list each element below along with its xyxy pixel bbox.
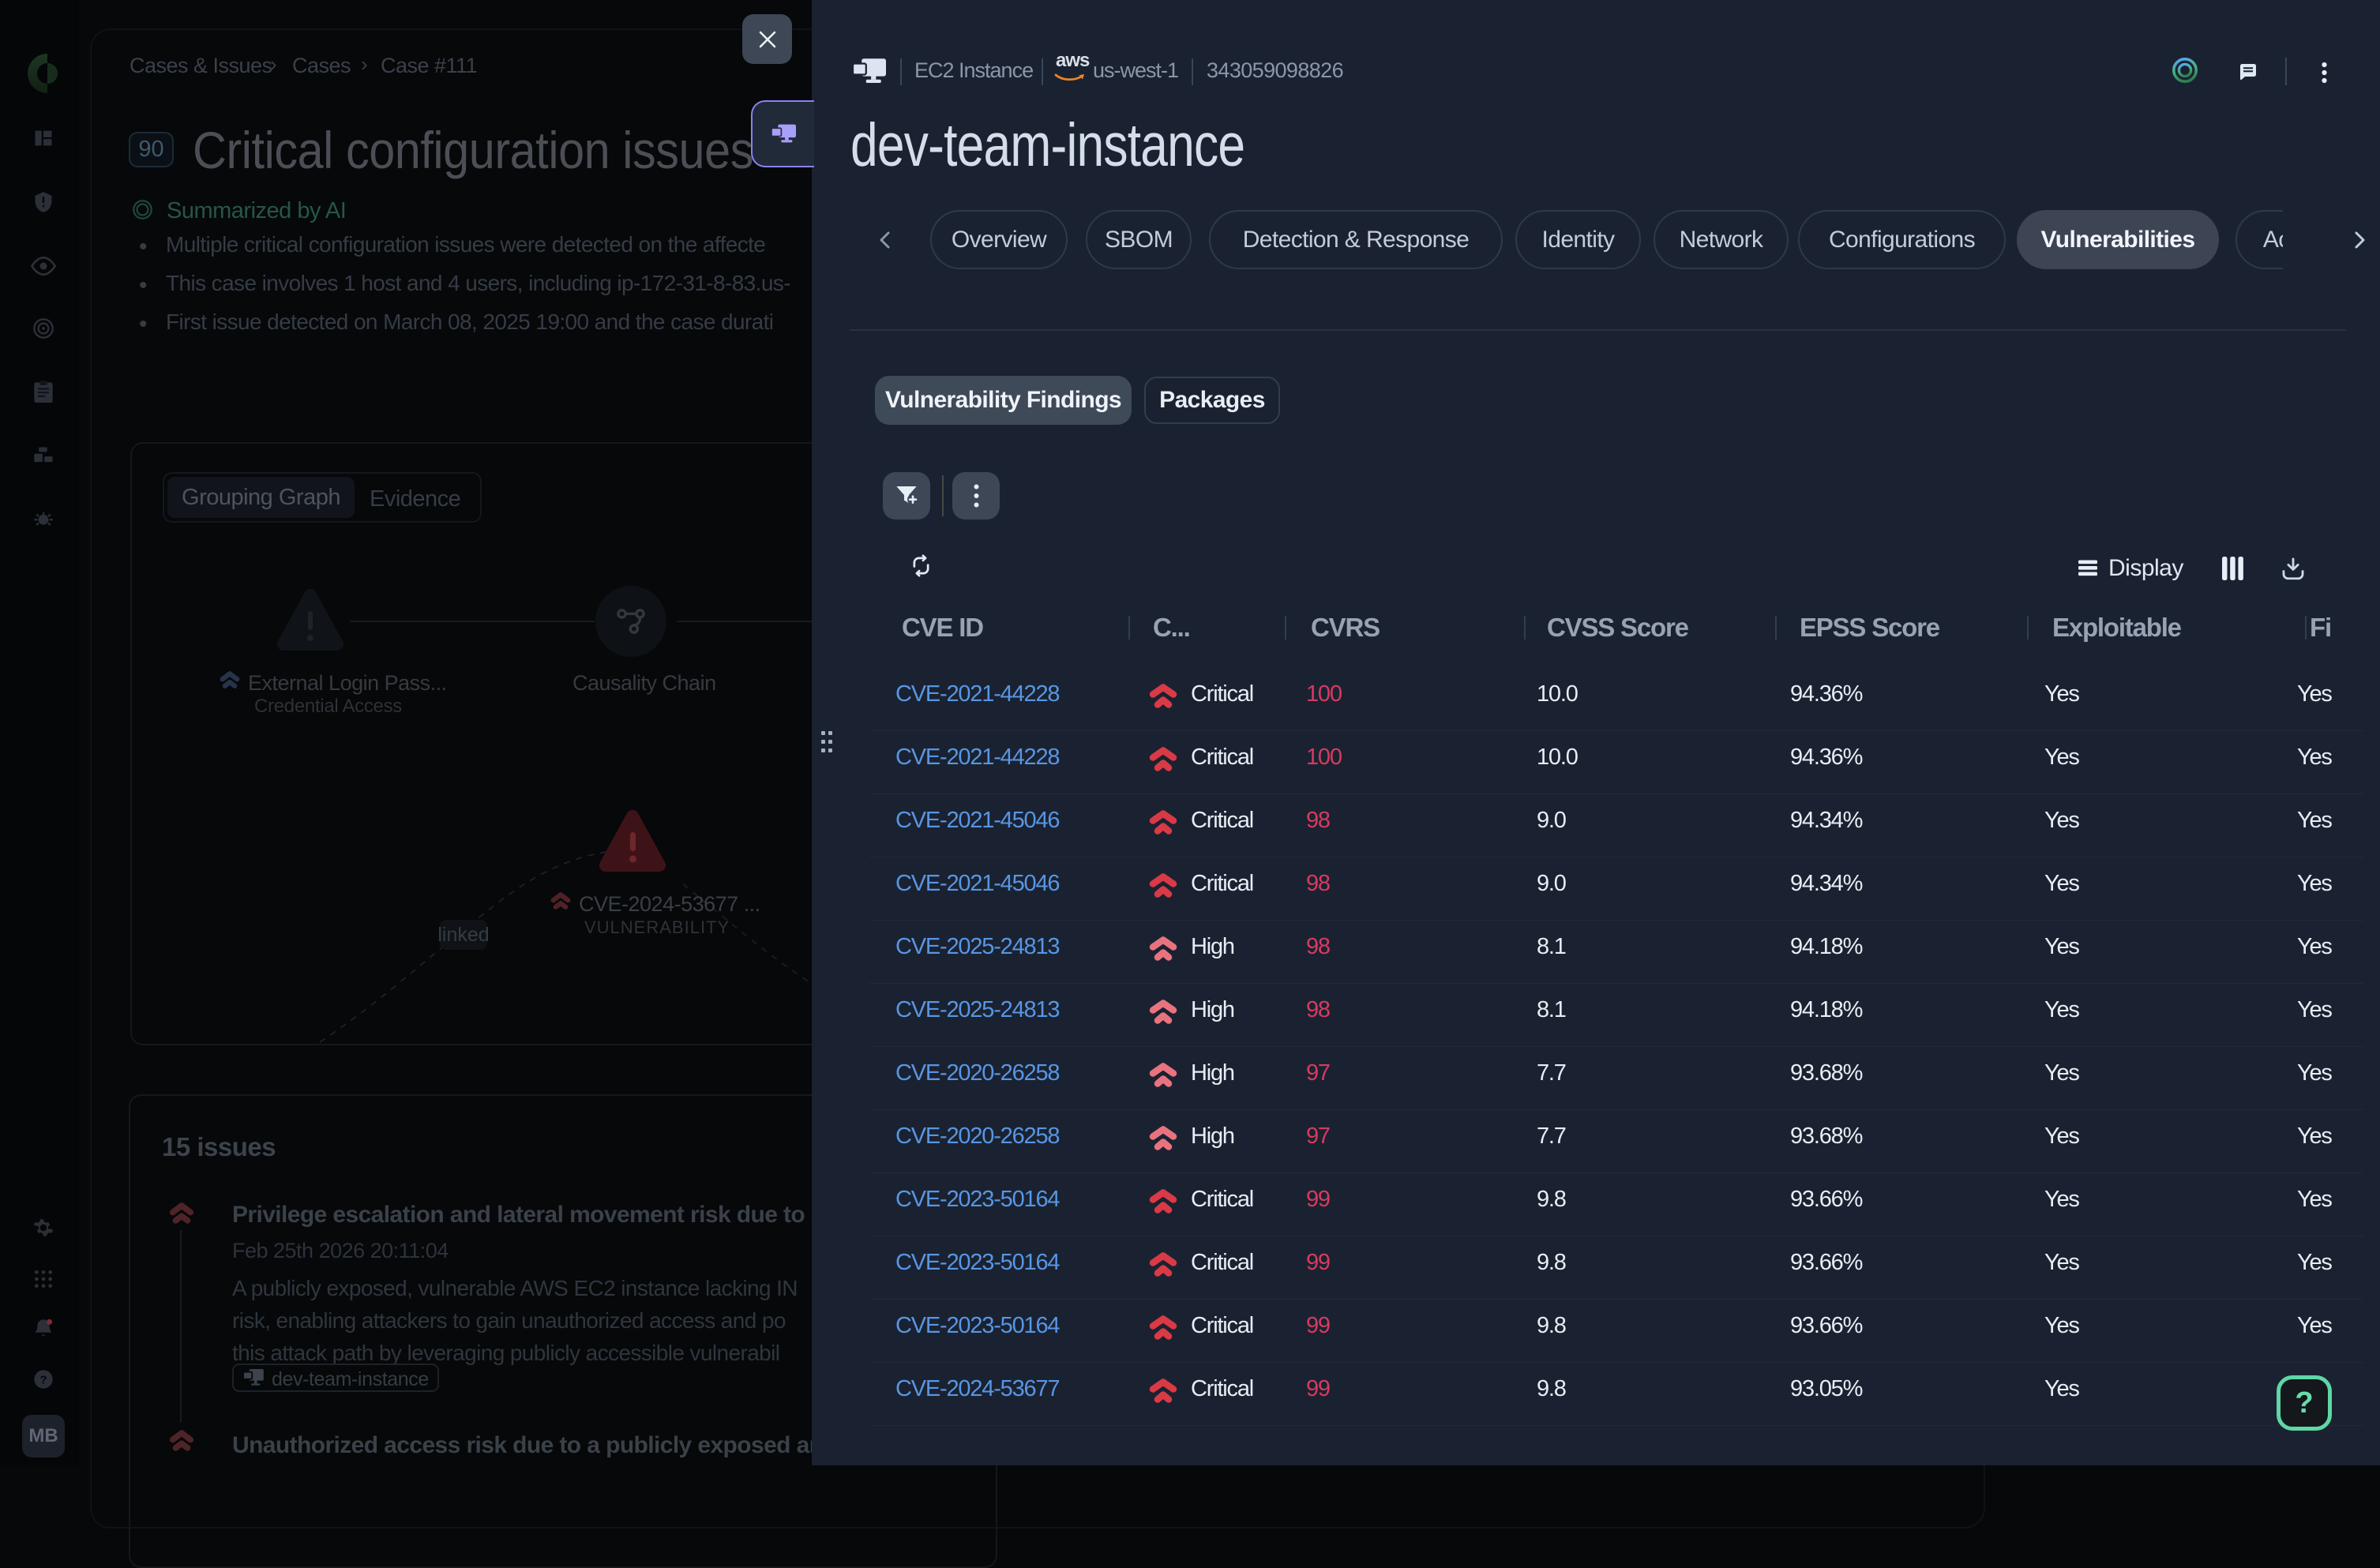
svg-text:?: ? xyxy=(39,1373,47,1386)
